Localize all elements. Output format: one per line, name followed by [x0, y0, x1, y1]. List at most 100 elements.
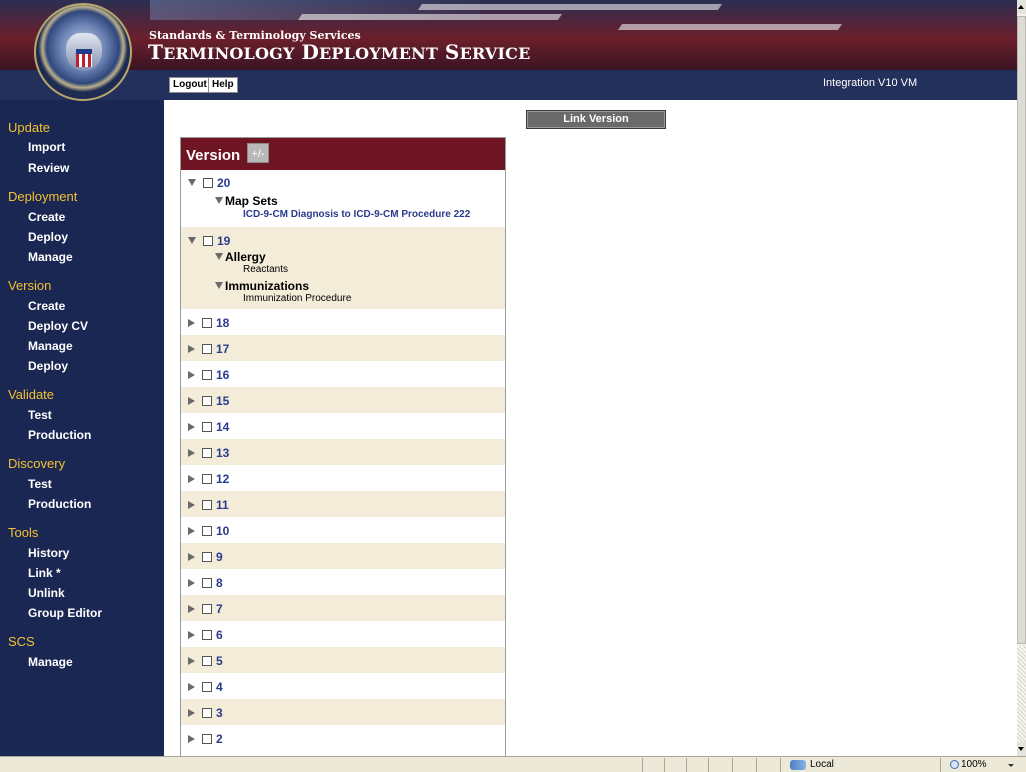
version-number[interactable]: 8	[216, 576, 223, 590]
nav-item-validate-production[interactable]: Production	[28, 428, 91, 442]
expand-arrow-right-icon[interactable]	[188, 604, 195, 613]
nav-item-import[interactable]: Import	[28, 140, 65, 154]
version-number[interactable]: 20	[217, 176, 230, 190]
expand-arrow-right-icon[interactable]	[188, 682, 195, 691]
version-checkbox[interactable]	[202, 551, 212, 562]
scrollbar-thumb[interactable]	[1017, 16, 1026, 644]
version-checkbox[interactable]	[202, 629, 212, 640]
expand-arrow-right-icon[interactable]	[188, 734, 195, 743]
version-checkbox[interactable]	[203, 177, 213, 188]
version-row[interactable]: 3	[181, 699, 505, 725]
version-checkbox[interactable]	[202, 603, 212, 614]
version-number[interactable]: 4	[216, 680, 223, 694]
version-checkbox[interactable]	[202, 395, 212, 406]
version-number[interactable]: 19	[217, 234, 230, 248]
version-row[interactable]: 14	[181, 413, 505, 439]
version-number[interactable]: 3	[216, 706, 223, 720]
version-number[interactable]: 2	[216, 732, 223, 746]
logout-button[interactable]: Logout	[169, 77, 211, 93]
version-checkbox[interactable]	[203, 235, 213, 246]
nav-item-deployment-create[interactable]: Create	[28, 210, 65, 224]
expand-arrow-right-icon[interactable]	[188, 448, 195, 457]
version-checkbox[interactable]	[202, 369, 212, 380]
version-checkbox[interactable]	[202, 447, 212, 458]
nav-item-unlink[interactable]: Unlink	[28, 586, 65, 600]
version-checkbox[interactable]	[202, 525, 212, 536]
scroll-up-arrow-icon[interactable]	[1017, 0, 1026, 14]
version-row[interactable]: 11	[181, 491, 505, 517]
nav-item-deployment-deploy[interactable]: Deploy	[28, 230, 68, 244]
zoom-dropdown-arrow-icon[interactable]	[1008, 764, 1014, 767]
expand-arrow-right-icon[interactable]	[188, 396, 195, 405]
nav-item-validate-test[interactable]: Test	[28, 408, 52, 422]
nav-item-history[interactable]: History	[28, 546, 69, 560]
nav-item-discovery-production[interactable]: Production	[28, 497, 91, 511]
version-checkbox[interactable]	[202, 343, 212, 354]
version-checkbox[interactable]	[202, 733, 212, 744]
version-checkbox[interactable]	[202, 421, 212, 432]
version-checkbox[interactable]	[202, 655, 212, 666]
version-number[interactable]: 14	[216, 420, 229, 434]
version-row[interactable]: 6	[181, 621, 505, 647]
version-number[interactable]: 13	[216, 446, 229, 460]
version-row[interactable]: 16	[181, 361, 505, 387]
version-row[interactable]: 17	[181, 335, 505, 361]
expand-arrow-right-icon[interactable]	[188, 500, 195, 509]
nav-item-group-editor[interactable]: Group Editor	[28, 606, 102, 620]
nav-item-discovery-test[interactable]: Test	[28, 477, 52, 491]
expand-arrow-down-icon[interactable]	[215, 253, 223, 261]
version-row[interactable]: 15	[181, 387, 505, 413]
version-number[interactable]: 11	[216, 498, 229, 512]
version-checkbox[interactable]	[202, 577, 212, 588]
expand-arrow-right-icon[interactable]	[188, 552, 195, 561]
map-set-link[interactable]: ICD-9-CM Diagnosis to ICD-9-CM Procedure…	[243, 209, 470, 220]
expand-arrow-right-icon[interactable]	[188, 656, 195, 665]
version-checkbox[interactable]	[202, 707, 212, 718]
version-number[interactable]: 18	[216, 316, 229, 330]
version-checkbox[interactable]	[202, 681, 212, 692]
expand-arrow-right-icon[interactable]	[188, 526, 195, 535]
version-number[interactable]: 7	[216, 602, 223, 616]
version-checkbox[interactable]	[202, 473, 212, 484]
expand-arrow-down-icon[interactable]	[188, 179, 196, 187]
expand-collapse-toggle-button[interactable]: +/-	[247, 143, 269, 163]
expand-arrow-right-icon[interactable]	[188, 344, 195, 353]
version-row[interactable]: 18	[181, 309, 505, 335]
version-row[interactable]: 5	[181, 647, 505, 673]
nav-item-version-deploy[interactable]: Deploy	[28, 359, 68, 373]
version-row[interactable]: 13	[181, 439, 505, 465]
version-number[interactable]: 16	[216, 368, 229, 382]
nav-item-scs-manage[interactable]: Manage	[28, 655, 73, 669]
version-number[interactable]: 17	[216, 342, 229, 356]
expand-arrow-right-icon[interactable]	[188, 578, 195, 587]
link-version-button[interactable]: Link Version	[526, 110, 666, 129]
scroll-down-arrow-icon[interactable]	[1017, 742, 1026, 756]
version-row[interactable]: 10	[181, 517, 505, 543]
version-row[interactable]: 12	[181, 465, 505, 491]
expand-arrow-right-icon[interactable]	[188, 422, 195, 431]
expand-arrow-right-icon[interactable]	[188, 708, 195, 717]
expand-arrow-right-icon[interactable]	[188, 370, 195, 379]
nav-item-deployment-manage[interactable]: Manage	[28, 250, 73, 264]
version-number[interactable]: 15	[216, 394, 229, 408]
expand-arrow-right-icon[interactable]	[188, 318, 195, 327]
nav-item-version-manage[interactable]: Manage	[28, 339, 73, 353]
version-checkbox[interactable]	[202, 317, 212, 328]
scrollbar-track[interactable]	[1017, 646, 1026, 742]
version-number[interactable]: 6	[216, 628, 223, 642]
nav-item-review[interactable]: Review	[28, 161, 69, 175]
expand-arrow-down-icon[interactable]	[215, 282, 223, 290]
version-checkbox[interactable]	[202, 499, 212, 510]
version-row[interactable]: 9	[181, 543, 505, 569]
version-row[interactable]: 8	[181, 569, 505, 595]
version-number[interactable]: 10	[216, 524, 229, 538]
help-button[interactable]: Help	[208, 77, 238, 93]
version-row[interactable]: 7	[181, 595, 505, 621]
expand-arrow-right-icon[interactable]	[188, 630, 195, 639]
nav-item-link[interactable]: Link *	[28, 566, 61, 580]
nav-item-version-create[interactable]: Create	[28, 299, 65, 313]
expand-arrow-down-icon[interactable]	[215, 197, 223, 205]
expand-arrow-down-icon[interactable]	[188, 237, 196, 245]
version-row[interactable]: 2	[181, 725, 505, 751]
nav-item-version-deploy-cv[interactable]: Deploy CV	[28, 319, 88, 333]
